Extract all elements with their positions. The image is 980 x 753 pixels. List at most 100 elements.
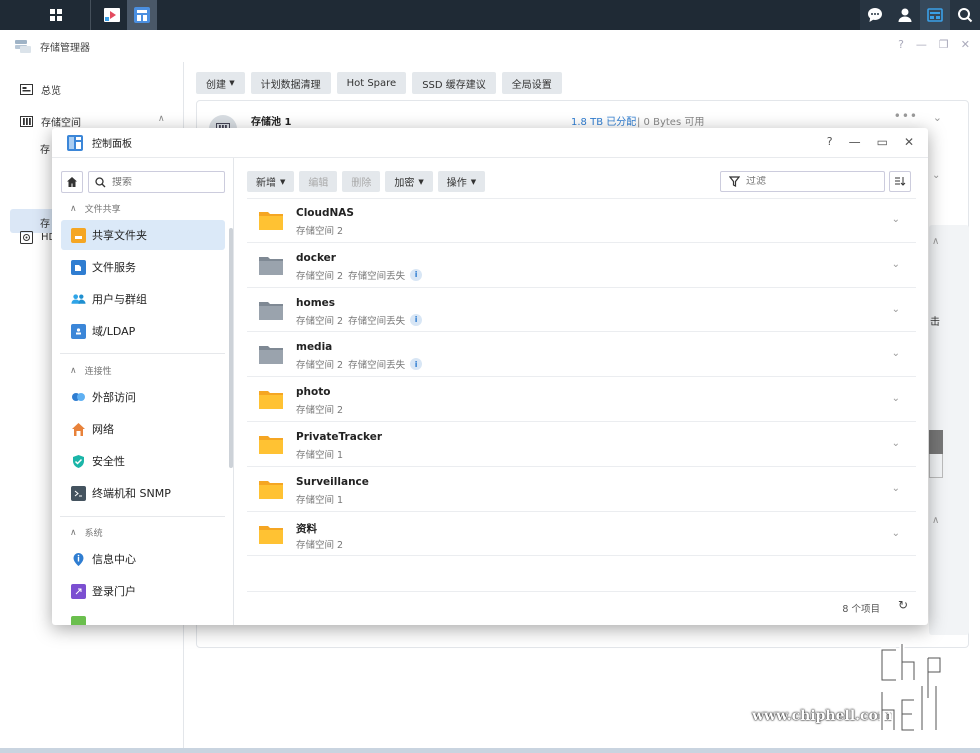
shared-folder-row[interactable]: PrivateTracker 存储空间 1 ⌄ [247, 422, 916, 467]
sidebar-item-storage[interactable]: 存储空间 [20, 114, 81, 129]
shared-folder-row[interactable]: 资料 存储空间 2 ⌄ [247, 512, 916, 557]
chevron-up-icon[interactable]: ∧ [932, 515, 939, 526]
sidebar-item-external-access[interactable]: 外部访问 [61, 382, 225, 412]
home-icon [67, 177, 77, 187]
sidebar-item-partial[interactable] [61, 608, 225, 625]
ssd-cache-advice-button[interactable]: SSD 缓存建议 [412, 72, 496, 94]
sidebar-item-shared-folder[interactable]: 共享文件夹 [61, 220, 225, 250]
sort-button[interactable] [889, 171, 911, 192]
sidebar-search-input[interactable] [112, 176, 212, 188]
chevron-down-icon[interactable]: ⌄ [932, 170, 940, 181]
folder-icon [259, 301, 283, 320]
hot-spare-button[interactable]: Hot Spare [336, 72, 407, 94]
chevron-down-icon[interactable]: ⌄ [933, 111, 942, 124]
global-settings-button[interactable]: 全局设置 [501, 72, 562, 94]
regional-options-icon [71, 615, 86, 625]
refresh-icon[interactable]: ↻ [898, 598, 908, 612]
folder-volume: 存储空间 2 [296, 226, 344, 237]
sidebar-item-info-center[interactable]: 信息中心 [61, 544, 225, 574]
sidebar-item-terminal-snmp[interactable]: 终端机和 SNMP [61, 478, 225, 508]
detail-box-fill [929, 430, 943, 454]
chiphell-watermark-logo [879, 644, 943, 733]
info-icon[interactable]: i [410, 268, 423, 281]
group-label: 文件共享 [84, 205, 121, 215]
shared-folder-row[interactable]: homes 存储空间 2 存储空间丢失 i ⌄ [247, 288, 916, 333]
sidebar-item-label: 域/LDAP [92, 325, 136, 338]
info-icon[interactable]: i [410, 313, 423, 326]
control-panel-window: 控制面板 ? — ▭ ✕ ∧ 文件共享 共享文件夹 文件服务 [52, 128, 928, 625]
info-center-icon [71, 552, 86, 567]
help-icon[interactable]: ? [898, 38, 904, 51]
shared-folder-row[interactable]: Surveillance 存储空间 1 ⌄ [247, 467, 916, 512]
chevron-down-icon[interactable]: ⌄ [892, 259, 900, 270]
chevron-up-icon[interactable]: ∧ [158, 114, 165, 124]
media-app-icon[interactable] [97, 0, 127, 30]
delete-button[interactable]: 删除 [342, 171, 381, 192]
sidebar-item-overview[interactable]: 总览 [20, 82, 61, 97]
restore-icon[interactable]: ❐ [939, 38, 949, 51]
sidebar-item-label: 共享文件夹 [92, 229, 147, 242]
edit-button[interactable]: 编辑 [299, 171, 338, 192]
close-icon[interactable]: ✕ [961, 38, 970, 51]
control-panel-titlebar: 控制面板 ? — ▭ ✕ [52, 128, 928, 158]
sidebar-scrollbar[interactable] [229, 228, 233, 468]
folder-meta: 存储空间 2 存储空间丢失 i [296, 268, 423, 282]
create-dropdown-button[interactable]: 创建 ▼ [196, 72, 245, 94]
scrub-schedule-button[interactable]: 计划数据清理 [250, 72, 331, 94]
detail-text-fragment: 击 [930, 317, 940, 328]
minimize-icon[interactable]: — [849, 135, 861, 149]
sidebar-sub-item[interactable]: 存 [40, 141, 50, 156]
sidebar-item-network[interactable]: 网络 [61, 414, 225, 444]
action-dropdown-button[interactable]: 操作 ▼ [437, 171, 486, 192]
home-button[interactable] [61, 171, 83, 193]
sidebar-item-file-services[interactable]: 文件服务 [61, 252, 225, 282]
close-icon[interactable]: ✕ [904, 135, 914, 149]
sidebar-item-login-portal[interactable]: 登录门户 [61, 576, 225, 606]
list-footer: 8 个项目 ↻ [247, 591, 916, 619]
filter-box[interactable] [720, 171, 885, 192]
info-icon[interactable]: i [410, 358, 423, 371]
group-header-file-sharing[interactable]: ∧ 文件共享 [70, 202, 121, 216]
create-dropdown-button[interactable]: 新增 ▼ [247, 171, 295, 192]
maximize-icon[interactable]: ▭ [877, 135, 888, 149]
chat-icon[interactable] [860, 0, 890, 30]
chevron-down-icon[interactable]: ⌄ [892, 348, 900, 359]
more-options-icon[interactable]: ••• [894, 109, 918, 123]
sidebar-item-security[interactable]: 安全性 [61, 446, 225, 476]
filter-icon [729, 176, 740, 187]
widgets-icon[interactable] [920, 0, 950, 30]
chevron-down-icon[interactable]: ⌄ [892, 528, 900, 539]
group-header-connectivity[interactable]: ∧ 连接性 [70, 364, 112, 378]
shared-folder-row[interactable]: photo 存储空间 2 ⌄ [247, 377, 916, 422]
help-icon[interactable]: ? [827, 135, 833, 149]
overview-icon [20, 84, 33, 95]
folder-meta: 存储空间 2 [296, 223, 343, 237]
sidebar-sub-item-selected[interactable]: 存 [40, 215, 50, 230]
group-header-system[interactable]: ∧ 系统 [70, 526, 103, 540]
shared-folder-row[interactable]: media 存储空间 2 存储空间丢失 i ⌄ [247, 332, 916, 378]
folder-volume: 存储空间 2 [296, 539, 344, 551]
encrypt-dropdown-button[interactable]: 加密 ▼ [385, 171, 433, 192]
minimize-icon[interactable]: — [916, 38, 927, 51]
chevron-up-icon[interactable]: ∧ [932, 236, 939, 247]
sidebar-item-domain-ldap[interactable]: 域/LDAP [61, 316, 225, 346]
folder-meta: 存储空间 1 [296, 492, 343, 506]
sidebar-search-box[interactable] [88, 171, 225, 193]
chevron-down-icon[interactable]: ⌄ [892, 438, 900, 449]
chevron-down-icon[interactable]: ⌄ [892, 304, 900, 315]
control-panel-taskbar-icon[interactable] [127, 0, 157, 30]
user-icon[interactable] [890, 0, 920, 30]
sidebar-item-user-group[interactable]: 用户与群组 [61, 284, 225, 314]
chevron-down-icon[interactable]: ⌄ [892, 483, 900, 494]
shared-folder-row[interactable]: docker 存储空间 2 存储空间丢失 i ⌄ [247, 243, 916, 288]
shared-folder-row[interactable]: CloudNAS 存储空间 2 ⌄ [247, 198, 916, 243]
filter-input[interactable] [746, 176, 866, 187]
shield-icon [71, 454, 86, 469]
main-menu-grid-icon[interactable] [36, 0, 76, 30]
sidebar-item-hdd[interactable]: HD [20, 231, 56, 244]
chevron-down-icon[interactable]: ⌄ [892, 214, 900, 225]
search-icon[interactable] [950, 0, 980, 30]
chevron-down-icon[interactable]: ⌄ [892, 393, 900, 404]
external-access-icon [71, 390, 86, 405]
sidebar-divider [60, 516, 225, 517]
